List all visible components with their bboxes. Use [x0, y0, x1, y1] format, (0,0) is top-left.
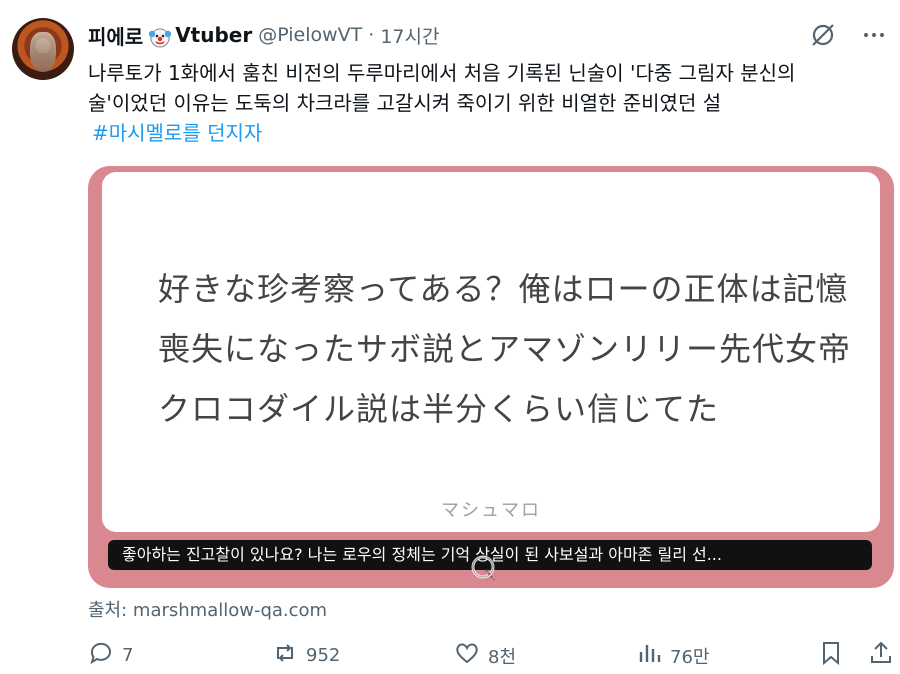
share-icon: [868, 640, 894, 671]
bookmark-button[interactable]: [818, 640, 844, 671]
more-icon[interactable]: [862, 23, 886, 51]
views-count: 76만: [670, 646, 710, 668]
tweet-top-actions: [810, 22, 886, 52]
card-brand-logo: マシュマロ: [441, 500, 541, 521]
question-text-line: 好きな珍考察ってある？俺はローの正体は記憶: [158, 270, 849, 308]
tweet-action-bar: 7 952 8천 76만: [88, 640, 900, 674]
tweet-header: 피에로 Vtuber @PielowVT · 17시간: [88, 20, 439, 50]
tweet-text-line: 나루토가 1화에서 훔친 비전의 두루마리에서 처음 기록된 닌술이 '다중 그…: [88, 61, 796, 85]
mouse-cursor-icon: [468, 552, 498, 582]
display-name-suffix[interactable]: Vtuber: [175, 23, 252, 47]
separator-dot: ·: [368, 24, 375, 46]
like-count: 8천: [488, 646, 517, 668]
retweet-count: 952: [306, 645, 341, 666]
question-text-line: 喪失になったサボ説とアマゾンリリー先代女帝: [158, 330, 852, 368]
timestamp[interactable]: 17시간: [380, 22, 439, 49]
views-icon: [636, 640, 662, 671]
like-icon: [454, 640, 480, 671]
retweet-button[interactable]: 952: [272, 640, 340, 671]
bookmark-icon: [818, 640, 844, 671]
media-card[interactable]: 好きな珍考察ってある？俺はローの正体は記憶 喪失になったサボ説とアマゾンリリー先…: [88, 166, 894, 588]
hashtag-link[interactable]: #마시멜로를 던지자: [92, 118, 888, 148]
tweet-text: 나루토가 1화에서 훔친 비전의 두루마리에서 처음 기록된 닌술이 '다중 그…: [88, 58, 888, 148]
card-source-link[interactable]: 출처: marshmallow-qa.com: [88, 596, 327, 622]
reply-button[interactable]: 7: [88, 640, 133, 671]
display-name[interactable]: 피에로: [88, 21, 143, 50]
views-button[interactable]: 76만: [636, 640, 709, 671]
reply-icon: [88, 640, 114, 671]
avatar[interactable]: [12, 18, 74, 80]
grok-icon[interactable]: [810, 22, 836, 52]
tweet-text-line: 술'이었던 이유는 도둑의 차크라를 고갈시켜 죽이기 위한 비열한 준비였던 …: [88, 91, 722, 115]
user-handle[interactable]: @PielowVT: [258, 24, 362, 46]
like-button[interactable]: 8천: [454, 640, 516, 671]
reply-count: 7: [122, 645, 134, 666]
marshmallow-message-card: 好きな珍考察ってある？俺はローの正体は記憶 喪失になったサボ説とアマゾンリリー先…: [102, 172, 880, 532]
question-text-line: クロコダイル説は半分くらい信じてた: [158, 390, 720, 428]
retweet-icon: [272, 640, 298, 671]
share-button[interactable]: [868, 640, 894, 671]
clown-emoji-icon: [149, 26, 172, 48]
